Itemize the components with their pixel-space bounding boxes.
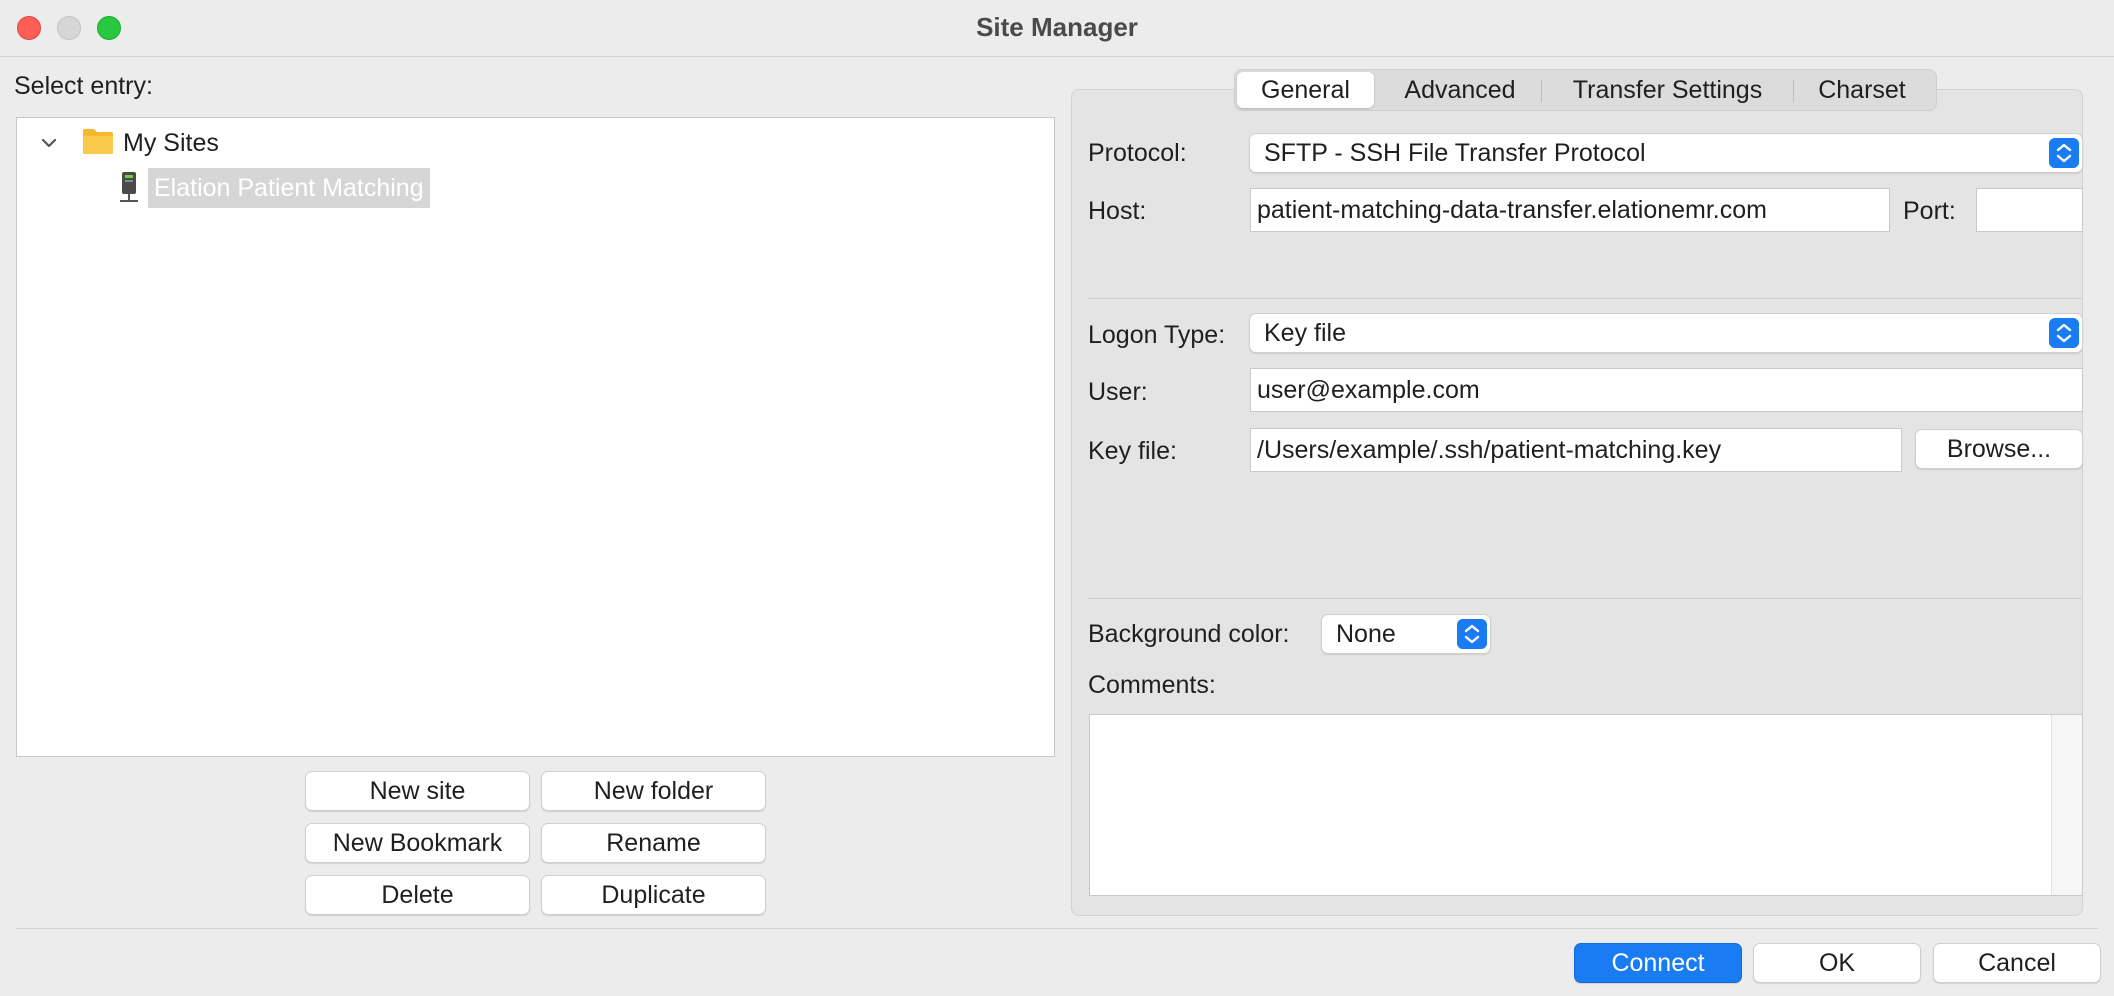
comments-scrollbar[interactable] [2051, 715, 2082, 895]
new-bookmark-button[interactable]: New Bookmark [305, 823, 530, 863]
protocol-label: Protocol: [1088, 139, 1187, 167]
tab-transfer-settings[interactable]: Transfer Settings [1545, 72, 1790, 108]
port-label: Port: [1903, 197, 1956, 225]
site-manager-window: Site Manager Select entry: My Sites Elat… [0, 0, 2114, 996]
host-label: Host: [1088, 197, 1147, 225]
delete-button[interactable]: Delete [305, 875, 530, 915]
server-icon [120, 172, 138, 202]
background-color-label: Background color: [1088, 620, 1290, 648]
new-folder-button[interactable]: New folder [541, 771, 766, 811]
rename-button[interactable]: Rename [541, 823, 766, 863]
comments-textarea[interactable] [1089, 714, 2083, 896]
tab-charset[interactable]: Charset [1797, 72, 1927, 108]
user-label: User: [1088, 378, 1148, 406]
new-site-button[interactable]: New site [305, 771, 530, 811]
select-entry-label: Select entry: [14, 72, 153, 100]
connect-button[interactable]: Connect [1574, 943, 1742, 983]
chevron-down-icon[interactable] [38, 132, 60, 154]
cancel-button[interactable]: Cancel [1933, 943, 2101, 983]
tab-separator [1793, 80, 1794, 102]
key-file-input[interactable]: /Users/example/.ssh/patient-matching.key [1250, 428, 1902, 472]
tree-item-my-sites[interactable]: My Sites [123, 129, 219, 158]
section-divider [1088, 298, 2083, 299]
user-input[interactable]: user@example.com [1250, 368, 2083, 412]
tab-advanced[interactable]: Advanced [1380, 72, 1540, 108]
updown-chevron-icon [2049, 318, 2079, 348]
protocol-selected-value: SFTP - SSH File Transfer Protocol [1264, 139, 1646, 167]
title-bar: Site Manager [0, 0, 2114, 57]
logon-type-select[interactable]: Key file [1249, 313, 2083, 353]
tab-general[interactable]: General [1237, 72, 1374, 108]
tab-separator [1541, 80, 1542, 102]
tree-item-elation-patient-matching[interactable]: Elation Patient Matching [148, 168, 430, 208]
logon-type-label: Logon Type: [1088, 321, 1226, 349]
updown-chevron-icon [1457, 619, 1487, 649]
background-color-select[interactable]: None [1321, 614, 1491, 654]
port-input[interactable] [1976, 188, 2083, 232]
section-divider [1088, 598, 2083, 599]
duplicate-button[interactable]: Duplicate [541, 875, 766, 915]
comments-label: Comments: [1088, 671, 1216, 699]
host-input[interactable]: patient-matching-data-transfer.elationem… [1250, 188, 1890, 232]
folder-icon [83, 129, 113, 154]
updown-chevron-icon [2049, 138, 2079, 168]
footer-divider [16, 928, 2098, 929]
background-color-selected-value: None [1336, 620, 1396, 648]
protocol-select[interactable]: SFTP - SSH File Transfer Protocol [1249, 133, 2083, 173]
browse-button[interactable]: Browse... [1915, 429, 2083, 469]
key-file-label: Key file: [1088, 437, 1177, 465]
window-title: Site Manager [976, 12, 1138, 42]
site-tree[interactable] [16, 117, 1055, 757]
comments-text [1090, 715, 2082, 727]
logon-type-selected-value: Key file [1264, 319, 1346, 347]
ok-button[interactable]: OK [1753, 943, 1921, 983]
